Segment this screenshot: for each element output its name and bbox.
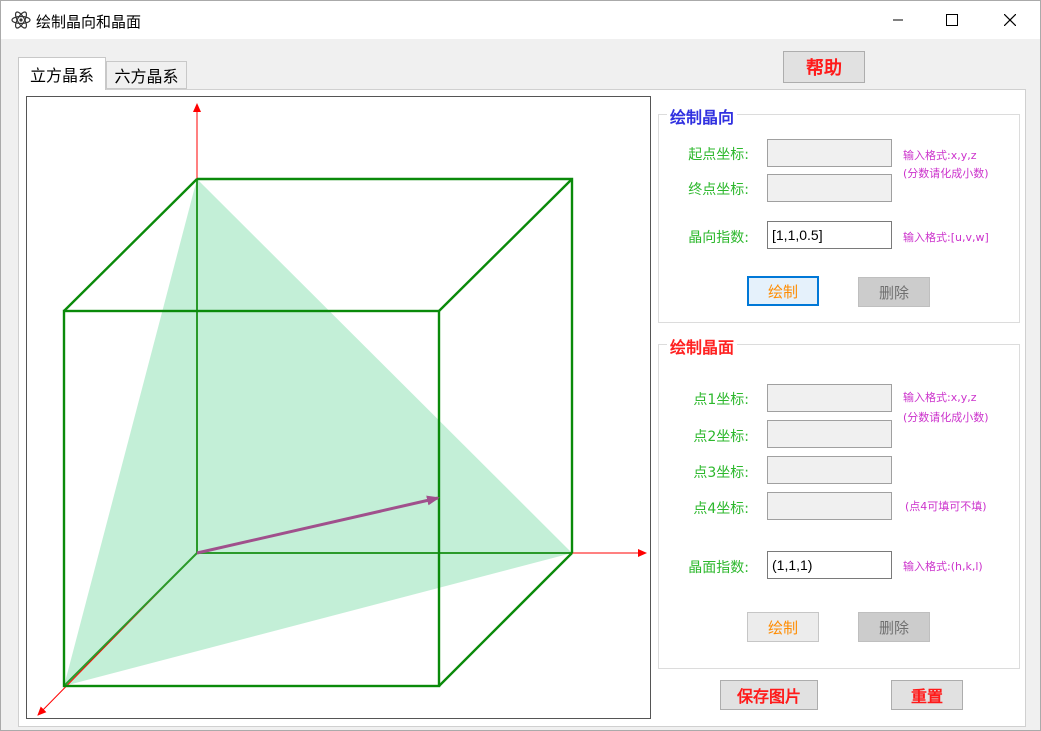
plane-coord-decimal-hint: (分数请化成小数) (903, 411, 989, 424)
point2-input[interactable] (767, 420, 892, 448)
delete-direction-button[interactable]: 删除 (858, 277, 930, 307)
point1-input[interactable] (767, 384, 892, 412)
window-title: 绘制晶向和晶面 (36, 13, 142, 31)
point1-label: 点1坐标: (693, 392, 749, 408)
coord-format-hint: 输入格式:x,y,z (903, 149, 977, 162)
end-coord-input[interactable] (767, 174, 892, 202)
point4-optional-hint: (点4可填可不填) (905, 500, 987, 513)
tab-cubic[interactable]: 立方晶系 (18, 57, 106, 90)
start-coord-label: 起点坐标: (688, 147, 749, 163)
title-bar: 绘制晶向和晶面 (1, 1, 1040, 39)
crystal-drawing (37, 103, 647, 716)
point2-label: 点2坐标: (693, 429, 749, 445)
direction-index-hint: 输入格式:[u,v,w] (903, 231, 989, 244)
plane-coord-format-hint: 输入格式:x,y,z (903, 391, 977, 404)
point3-input[interactable] (767, 456, 892, 484)
plane-index-hint: 输入格式:(h,k,l) (903, 560, 983, 573)
point4-label: 点4坐标: (693, 501, 749, 517)
close-button[interactable] (985, 1, 1035, 39)
maximize-icon (946, 14, 958, 26)
draw-direction-button[interactable]: 绘制 (747, 276, 819, 306)
delete-plane-button[interactable]: 删除 (858, 612, 930, 642)
tab-hexagonal[interactable]: 六方晶系 (106, 61, 187, 89)
point3-label: 点3坐标: (693, 465, 749, 481)
end-coord-label: 终点坐标: (688, 182, 749, 198)
minimize-button[interactable] (873, 1, 923, 39)
coord-decimal-hint: (分数请化成小数) (903, 167, 989, 180)
main-window: 绘制晶向和晶面 立方晶系 六方晶系 帮助 绘制晶向 起点坐标: 终点坐标: 输入… (0, 0, 1041, 731)
draw-plane-button[interactable]: 绘制 (747, 612, 819, 642)
plane-index-input[interactable] (767, 551, 892, 579)
close-icon (1004, 14, 1016, 26)
direction-group-title: 绘制晶向 (667, 104, 738, 128)
maximize-button[interactable] (927, 1, 977, 39)
minimize-icon (893, 19, 903, 21)
drawing-canvas[interactable] (26, 96, 651, 719)
direction-index-input[interactable] (767, 221, 892, 249)
point4-input[interactable] (767, 492, 892, 520)
direction-index-label: 晶向指数: (688, 230, 749, 246)
plane-group-title: 绘制晶面 (667, 334, 738, 358)
plane-index-label: 晶面指数: (688, 560, 749, 576)
atom-icon (10, 9, 32, 31)
reset-button[interactable]: 重置 (891, 680, 963, 710)
save-image-button[interactable]: 保存图片 (720, 680, 818, 710)
help-button[interactable]: 帮助 (783, 51, 865, 83)
start-coord-input[interactable] (767, 139, 892, 167)
